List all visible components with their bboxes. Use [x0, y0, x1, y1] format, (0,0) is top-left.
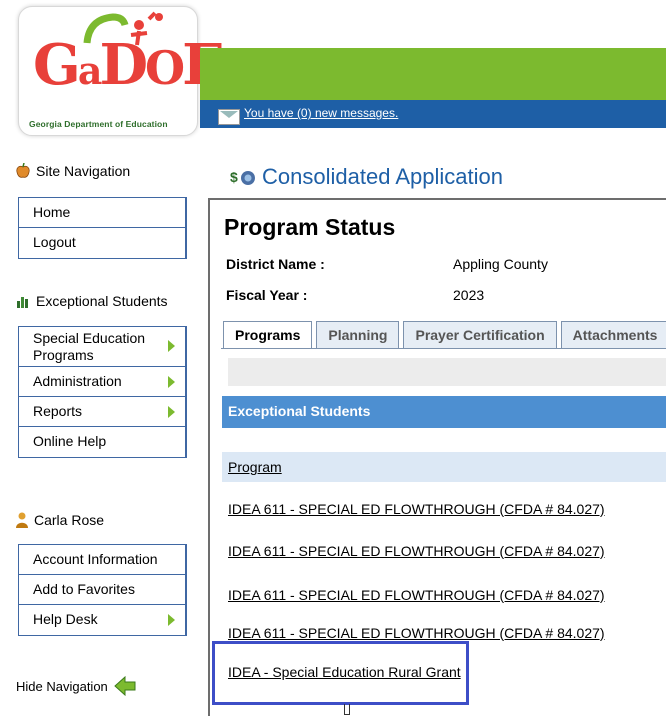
- tab-bar: Programs Planning Prayer Certification A…: [223, 321, 666, 349]
- sidebar-item-account-information[interactable]: Account Information: [19, 545, 187, 575]
- sidebar-item-help-desk[interactable]: Help Desk: [19, 605, 187, 635]
- section-title: Exceptional Students: [222, 396, 666, 428]
- tab-divider: [221, 348, 666, 349]
- sidebar-item-special-education-programs[interactable]: Special Education Programs: [19, 327, 187, 367]
- tab-planning[interactable]: Planning: [316, 321, 400, 349]
- arrow-right-icon: [168, 376, 175, 388]
- header-message-bar: You have (0) new messages.: [200, 100, 666, 128]
- program-link[interactable]: IDEA 611 - SPECIAL ED FLOWTHROUGH (CFDA …: [228, 587, 605, 603]
- page-title: Program Status: [224, 214, 396, 240]
- money-icon: $: [230, 169, 255, 185]
- user-menu: Account Information Add to Favorites Hel…: [18, 544, 187, 636]
- program-link[interactable]: IDEA 611 - SPECIAL ED FLOWTHROUGH (CFDA …: [228, 625, 605, 641]
- hide-navigation-button[interactable]: Hide Navigation: [16, 676, 136, 696]
- fiscal-year-value: 2023: [453, 287, 485, 303]
- cursor-mark: [344, 704, 350, 715]
- messages-link[interactable]: You have (0) new messages.: [244, 106, 398, 120]
- site-navigation-menu: Home Logout: [18, 197, 187, 259]
- exceptional-students-heading: Exceptional Students: [16, 293, 168, 309]
- district-name-value: Appling County: [453, 256, 548, 272]
- district-name-label: District Name :: [226, 256, 325, 272]
- sidebar-item-home[interactable]: Home: [19, 198, 187, 228]
- program-column-header[interactable]: Program: [222, 452, 666, 482]
- fiscal-year-label: Fiscal Year :: [226, 287, 308, 303]
- arrow-right-icon: [168, 340, 175, 352]
- svg-text:$: $: [230, 169, 238, 185]
- tab-prayer-certification[interactable]: Prayer Certification: [403, 321, 557, 349]
- logo-subtitle: Georgia Department of Education: [29, 119, 168, 129]
- bar-chart-icon: [17, 297, 28, 308]
- user-icon: [16, 512, 28, 528]
- sidebar-item-logout[interactable]: Logout: [19, 228, 187, 258]
- user-heading: Carla Rose: [16, 512, 104, 528]
- tab-programs[interactable]: Programs: [223, 321, 313, 349]
- arrow-right-icon: [168, 614, 175, 626]
- toolbar-strip: [228, 358, 666, 386]
- program-link[interactable]: IDEA 611 - SPECIAL ED FLOWTHROUGH (CFDA …: [228, 543, 605, 559]
- envelope-icon[interactable]: [218, 109, 240, 125]
- apple-icon: [16, 163, 30, 178]
- sidebar-item-add-to-favorites[interactable]: Add to Favorites: [19, 575, 187, 605]
- logo-wordmark: GaDOE: [33, 32, 225, 98]
- sidebar-item-reports[interactable]: Reports: [19, 397, 187, 427]
- site-navigation-heading: Site Navigation: [16, 163, 130, 179]
- arrow-right-icon: [168, 406, 175, 418]
- highlight-box: [212, 641, 469, 705]
- sidebar-item-administration[interactable]: Administration: [19, 367, 187, 397]
- exceptional-students-menu: Special Education Programs Administratio…: [18, 326, 187, 458]
- gadoe-logo[interactable]: GaDOE Georgia Department of Education: [18, 6, 225, 136]
- app-title: $ Consolidated Application: [230, 164, 503, 189]
- tab-attachments[interactable]: Attachments: [560, 321, 666, 349]
- header-green-bar: [200, 48, 666, 100]
- sidebar-item-online-help[interactable]: Online Help: [19, 427, 187, 457]
- arrow-left-icon: [114, 676, 136, 696]
- program-link[interactable]: IDEA 611 - SPECIAL ED FLOWTHROUGH (CFDA …: [228, 501, 605, 517]
